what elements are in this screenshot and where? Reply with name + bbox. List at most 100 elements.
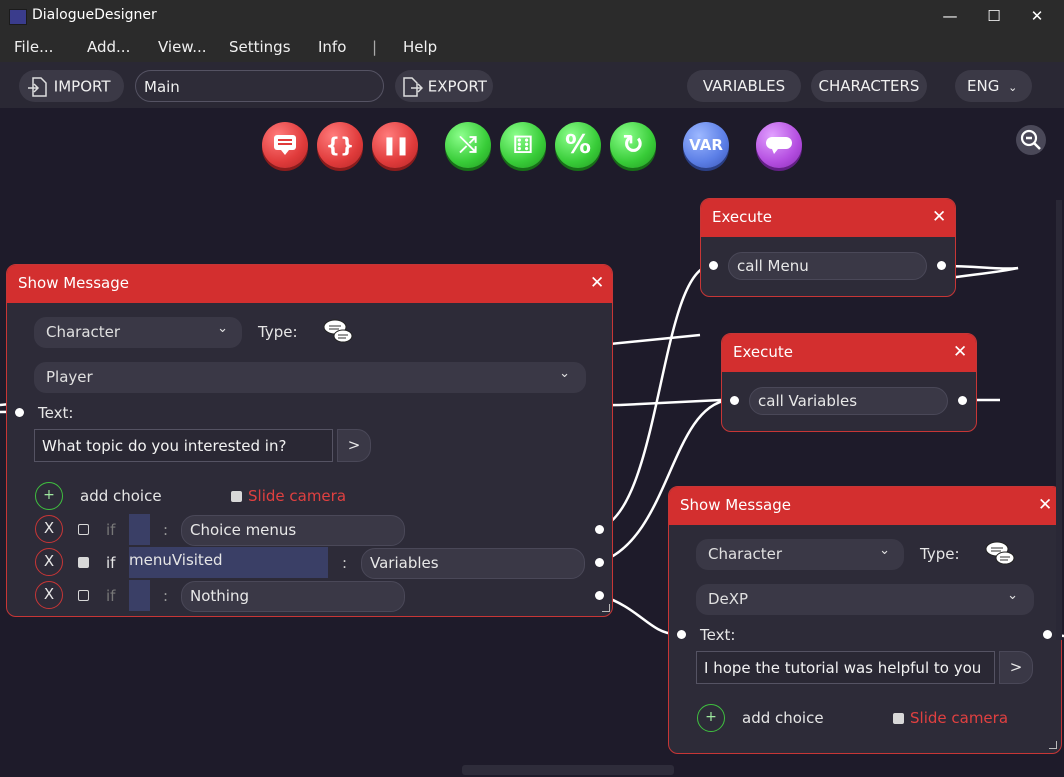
title-bar — [0, 0, 1064, 32]
choice-output-port[interactable] — [595, 558, 604, 567]
choice-output-port[interactable] — [595, 525, 604, 534]
node-title: Execute — [733, 343, 793, 361]
add-choice-button[interactable]: + — [35, 482, 63, 510]
add-choice-label: add choice — [80, 487, 162, 505]
choice-text-input[interactable]: Nothing — [181, 581, 405, 612]
characters-button[interactable]: CHARACTERS — [811, 70, 927, 102]
close-node-button[interactable]: ✕ — [932, 207, 946, 227]
input-port[interactable] — [15, 408, 24, 417]
comment-icon — [766, 137, 792, 154]
choice-output-port[interactable] — [595, 591, 604, 600]
condition-input[interactable] — [129, 514, 150, 545]
import-button[interactable]: IMPORT — [19, 70, 124, 102]
if-label: if — [106, 554, 116, 572]
node-title: Show Message — [18, 274, 129, 292]
code-input[interactable]: call Variables — [749, 387, 948, 415]
wait-tool[interactable]: ❚❚ — [372, 122, 418, 168]
repeat-tool[interactable]: ↻ — [610, 122, 656, 168]
chevron-down-icon: ⌄ — [217, 321, 228, 336]
comment-tool[interactable] — [756, 122, 802, 168]
execute-tool[interactable]: {} — [317, 122, 363, 168]
output-port[interactable] — [958, 396, 967, 405]
remove-choice-button[interactable]: X — [35, 581, 63, 609]
slide-camera-checkbox[interactable] — [893, 713, 904, 724]
if-label: if — [106, 587, 116, 605]
text-label: Text: — [700, 626, 736, 644]
random-tool[interactable]: ⚅ — [500, 122, 546, 168]
condition-checkbox[interactable] — [78, 590, 89, 601]
if-label: if — [106, 521, 116, 539]
resize-handle[interactable] — [602, 604, 610, 612]
type-label: Type: — [920, 545, 960, 563]
character-value: DeXP — [708, 590, 749, 608]
condition-input[interactable] — [129, 580, 150, 611]
output-port[interactable] — [1043, 630, 1052, 639]
resize-handle[interactable] — [1049, 741, 1057, 749]
message-text-input[interactable]: What topic do you interested in? — [34, 429, 333, 462]
close-window-button[interactable]: ✕ — [1024, 4, 1050, 28]
colon-label: : — [163, 521, 169, 539]
condition-checkbox[interactable] — [78, 524, 89, 535]
chevron-down-icon: ⌄ — [559, 366, 570, 381]
message-icon — [274, 135, 296, 155]
menu-file[interactable]: File... — [14, 38, 53, 56]
input-port[interactable] — [677, 630, 686, 639]
menu-info[interactable]: Info — [318, 38, 346, 56]
expand-text-button[interactable]: > — [337, 429, 371, 462]
remove-choice-button[interactable]: X — [35, 515, 63, 543]
language-value: ENG — [967, 77, 1000, 95]
add-choice-label: add choice — [742, 709, 824, 727]
chance-tool[interactable]: % — [555, 122, 601, 168]
colon-label: : — [342, 554, 348, 572]
menu-separator: | — [372, 38, 378, 56]
export-button[interactable]: EXPORT — [395, 70, 493, 102]
colon-label: : — [163, 587, 169, 605]
language-select[interactable]: ENG ⌄ — [955, 70, 1032, 102]
message-text-input[interactable]: I hope the tutorial was helpful to you — [696, 651, 995, 684]
zoom-out-icon — [1020, 129, 1041, 150]
condition-checkbox[interactable] — [78, 557, 89, 568]
minimize-button[interactable]: — — [937, 4, 963, 28]
character-dropdown[interactable]: Character ⌄ — [34, 317, 242, 348]
text-label: Text: — [38, 404, 74, 422]
condition-input[interactable]: menuVisited — [129, 547, 328, 578]
expand-text-button[interactable]: > — [999, 651, 1033, 684]
variable-tool[interactable]: VAR — [683, 122, 729, 168]
character-select[interactable]: Player ⌄ — [34, 362, 586, 393]
variables-button[interactable]: VARIABLES — [687, 70, 801, 102]
import-label: IMPORT — [53, 77, 111, 96]
vertical-scrollbar[interactable] — [1056, 200, 1062, 640]
character-dropdown-label: Character — [708, 545, 783, 563]
choice-text-input[interactable]: Choice menus — [181, 515, 405, 546]
add-choice-button[interactable]: + — [697, 704, 725, 732]
maximize-button[interactable]: ☐ — [981, 4, 1007, 28]
menu-add[interactable]: Add... — [87, 38, 130, 56]
output-port[interactable] — [937, 261, 946, 270]
character-select[interactable]: DeXP ⌄ — [696, 584, 1034, 615]
dialogue-type-icon[interactable] — [322, 318, 354, 346]
type-label: Type: — [258, 323, 298, 341]
export-label: EXPORT — [427, 77, 487, 96]
code-input[interactable]: call Menu — [728, 252, 927, 280]
menu-view[interactable]: View... — [158, 38, 207, 56]
input-port[interactable] — [730, 396, 739, 405]
character-dropdown[interactable]: Character ⌄ — [696, 539, 904, 570]
close-node-button[interactable]: ✕ — [590, 273, 604, 293]
close-node-button[interactable]: ✕ — [1038, 495, 1052, 515]
input-port[interactable] — [709, 261, 718, 270]
choice-text-input[interactable]: Variables — [361, 548, 585, 579]
file-name-input[interactable]: Main — [135, 70, 384, 102]
slide-camera-checkbox[interactable] — [231, 491, 242, 502]
import-icon — [28, 76, 47, 97]
show-message-tool[interactable] — [262, 122, 308, 168]
slide-camera-label: Slide camera — [248, 487, 347, 505]
menu-help[interactable]: Help — [403, 38, 437, 56]
chevron-down-icon: ⌄ — [1007, 588, 1018, 603]
branch-tool[interactable]: ⤭ — [445, 122, 491, 168]
horizontal-scrollbar[interactable] — [462, 765, 674, 775]
menu-settings[interactable]: Settings — [229, 38, 291, 56]
close-node-button[interactable]: ✕ — [953, 342, 967, 362]
remove-choice-button[interactable]: X — [35, 548, 63, 576]
zoom-out-button[interactable] — [1016, 125, 1046, 155]
dialogue-type-icon[interactable] — [984, 540, 1016, 568]
